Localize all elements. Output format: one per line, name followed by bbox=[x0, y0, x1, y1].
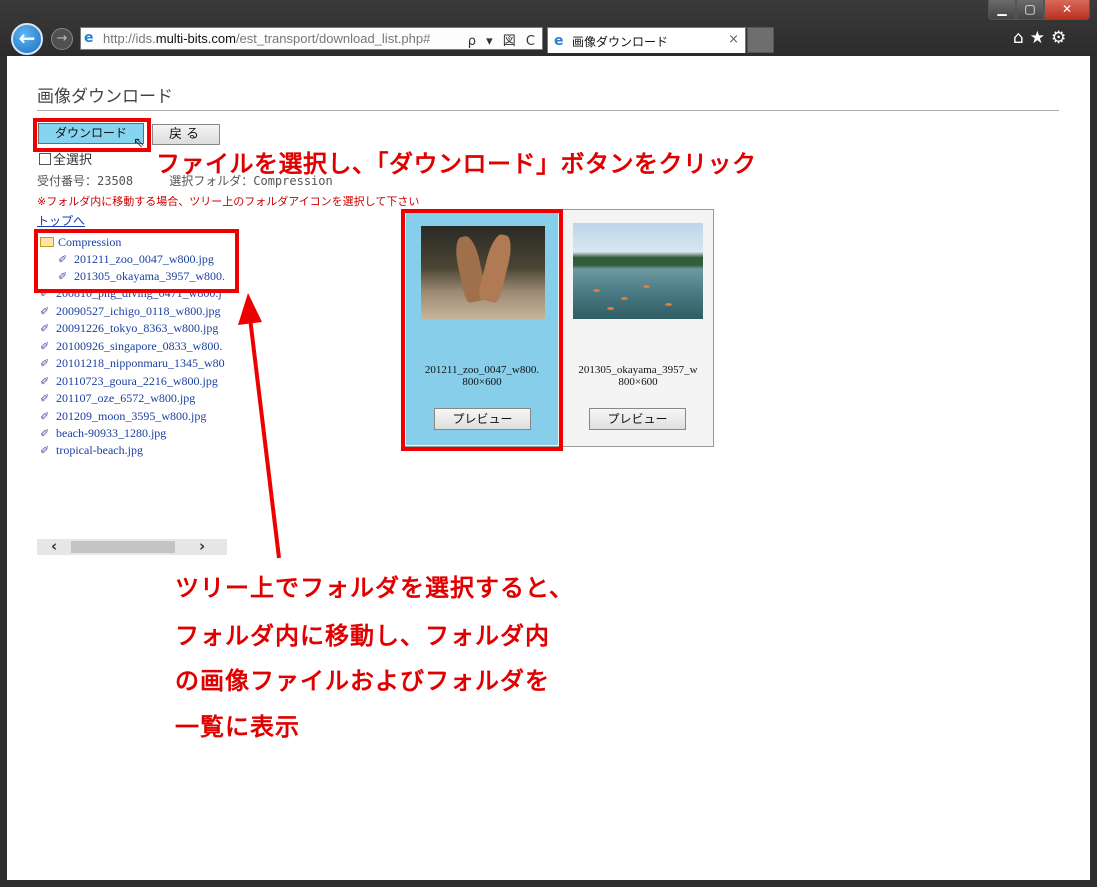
annotation-line-4: 一覧に表示 bbox=[175, 713, 300, 741]
annotation-line-2: フォルダ内に移動し、フォルダ内 bbox=[175, 622, 550, 650]
annotation-line-1: ツリー上でフォルダを選択すると、 bbox=[175, 574, 575, 602]
annotation-arrow-icon bbox=[238, 293, 281, 559]
annotation-line-3: の画像ファイルおよびフォルダを bbox=[175, 667, 550, 695]
